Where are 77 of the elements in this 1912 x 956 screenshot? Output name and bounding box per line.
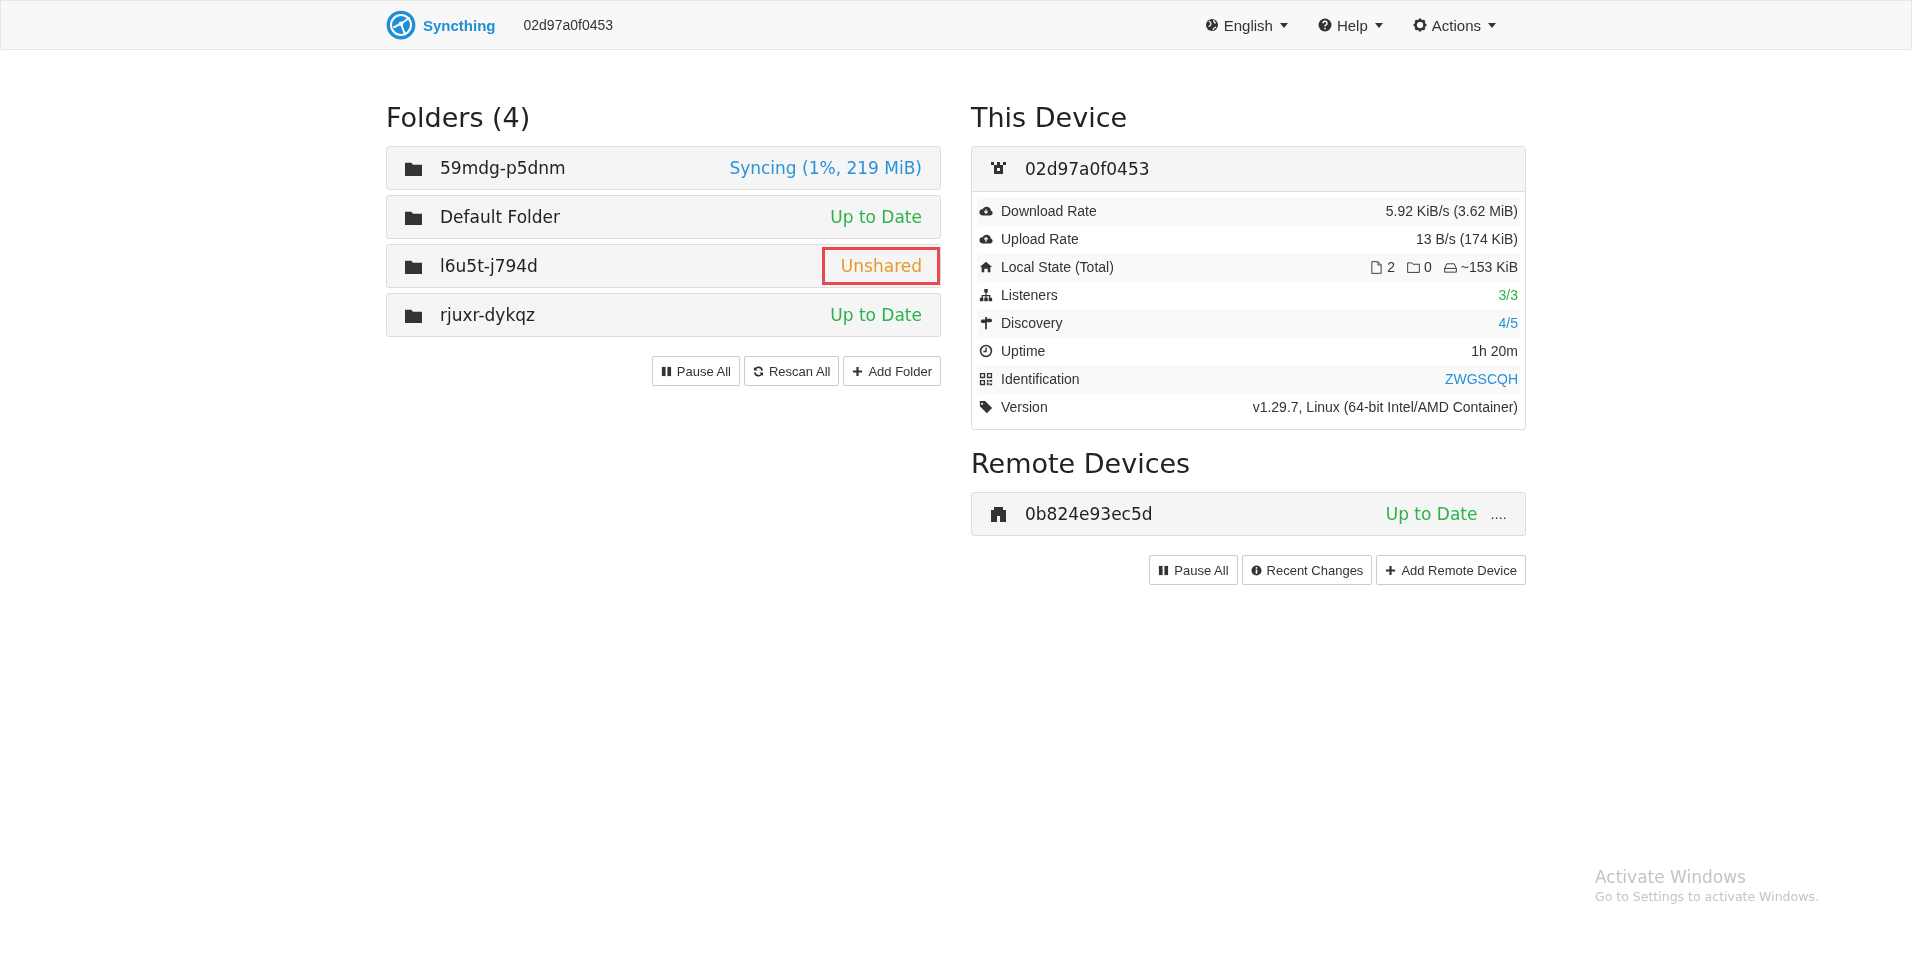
folder-count: 0: [1424, 259, 1432, 275]
device-status: Up to Date: [1384, 503, 1479, 526]
stat-label: Version: [1001, 399, 1048, 415]
activation-title: Activate Windows: [1595, 867, 1747, 887]
folder-status: Unshared: [821, 247, 940, 285]
folder-name: 59mdg-p5dnm: [440, 158, 566, 178]
folder-icon: [405, 209, 422, 225]
nav-menu[interactable]: Help: [1317, 16, 1383, 34]
total-size: ~153 KiB: [1460, 259, 1518, 275]
caret-icon: [1374, 22, 1383, 28]
stat-value: 5.92 KiB/s (3.62 MiB): [1385, 203, 1518, 219]
folder-panel[interactable]: rjuxr-dykqz Up to Date: [386, 293, 941, 337]
folder-icon: [405, 307, 422, 323]
device-name: 02d97a0f0453: [1025, 159, 1150, 179]
sitemap-icon: [979, 288, 993, 302]
stat-label: Local State (Total): [1001, 259, 1114, 275]
hard-drive-icon: [1443, 260, 1457, 274]
toolbar-button[interactable]: Add Folder: [843, 356, 941, 386]
truncated-text: ....: [1490, 506, 1507, 522]
stat-label: Listeners: [1001, 287, 1058, 303]
folder-status: Syncing (1%, 219 MiB): [728, 157, 923, 180]
stat-label: Identification: [1001, 371, 1080, 387]
settings-icon: [1412, 18, 1427, 32]
stat-value: 13 B/s (174 KiB): [1416, 231, 1518, 247]
toolbar-button[interactable]: Rescan All: [744, 356, 840, 386]
activation-text: Go to Settings to activate Windows.: [1595, 889, 1819, 904]
device-panel[interactable]: 0b824e93ec5d Up to Date ....: [971, 492, 1526, 536]
folder-name: rjuxr-dykqz: [440, 305, 535, 325]
stat-value: v1.29.7, Linux (64-bit Intel/AMD Container): [1252, 399, 1518, 415]
signpost-icon: [979, 316, 993, 330]
toolbar-button[interactable]: Pause All: [1149, 555, 1238, 585]
pause-icon: [660, 365, 672, 377]
folder-panel[interactable]: Default Folder Up to Date: [386, 195, 941, 239]
caret-icon: [1488, 22, 1496, 28]
folder-icon: [405, 160, 422, 176]
logo-icon: [386, 10, 416, 40]
stat-label: Upload Rate: [1001, 231, 1079, 247]
section-heading: Folders (4): [386, 101, 532, 135]
help-icon: [1317, 18, 1332, 32]
cloud-upload-icon: [979, 232, 993, 246]
folder-status: Up to Date: [829, 206, 923, 229]
plus-icon: [1385, 564, 1397, 576]
folder-status: Up to Date: [829, 304, 923, 327]
pause-icon: [1158, 564, 1170, 576]
folder-name: Default Folder: [440, 207, 561, 227]
qr-code-icon: [979, 372, 993, 386]
folder-outline-icon: [1407, 260, 1420, 274]
section-heading: This Device: [971, 101, 1129, 135]
section-heading: Remote Devices: [971, 447, 1192, 481]
stat-value: 3/3: [1498, 287, 1518, 303]
tag-icon: [979, 400, 993, 414]
plus-icon: [852, 365, 864, 377]
remote-device-name: 0b824e93ec5d: [1025, 504, 1153, 524]
identicon-icon: [990, 506, 1007, 522]
folder-icon: [405, 258, 422, 274]
stat-value: 1h 20m: [1471, 343, 1518, 359]
globe-icon: [1204, 18, 1219, 32]
device-name: 02d97a0f0453: [523, 17, 614, 33]
nav-menu[interactable]: Actions: [1412, 16, 1496, 34]
folder-name: l6u5t-j794d: [440, 256, 538, 276]
clock-icon: [979, 344, 993, 358]
stat-label: Uptime: [1001, 343, 1046, 359]
stat-label: Download Rate: [1001, 203, 1097, 219]
identicon-icon: [990, 161, 1007, 177]
file-icon: [1370, 260, 1384, 274]
refresh-icon: [753, 365, 764, 377]
folder-panel[interactable]: l6u5t-j794d Unshared: [386, 244, 941, 288]
nav-menu[interactable]: English: [1204, 16, 1288, 34]
toolbar-button[interactable]: Pause All: [651, 356, 740, 386]
stat-label: Discovery: [1001, 315, 1063, 331]
toolbar-button[interactable]: Add Remote Device: [1376, 555, 1526, 585]
caret-icon: [1279, 22, 1288, 28]
info-icon: [1250, 564, 1262, 576]
folder-panel[interactable]: 59mdg-p5dnm Syncing (1%, 219 MiB): [386, 146, 941, 190]
file-count: 2: [1387, 259, 1395, 275]
toolbar-button[interactable]: Recent Changes: [1241, 555, 1373, 585]
home-icon: [979, 260, 993, 274]
